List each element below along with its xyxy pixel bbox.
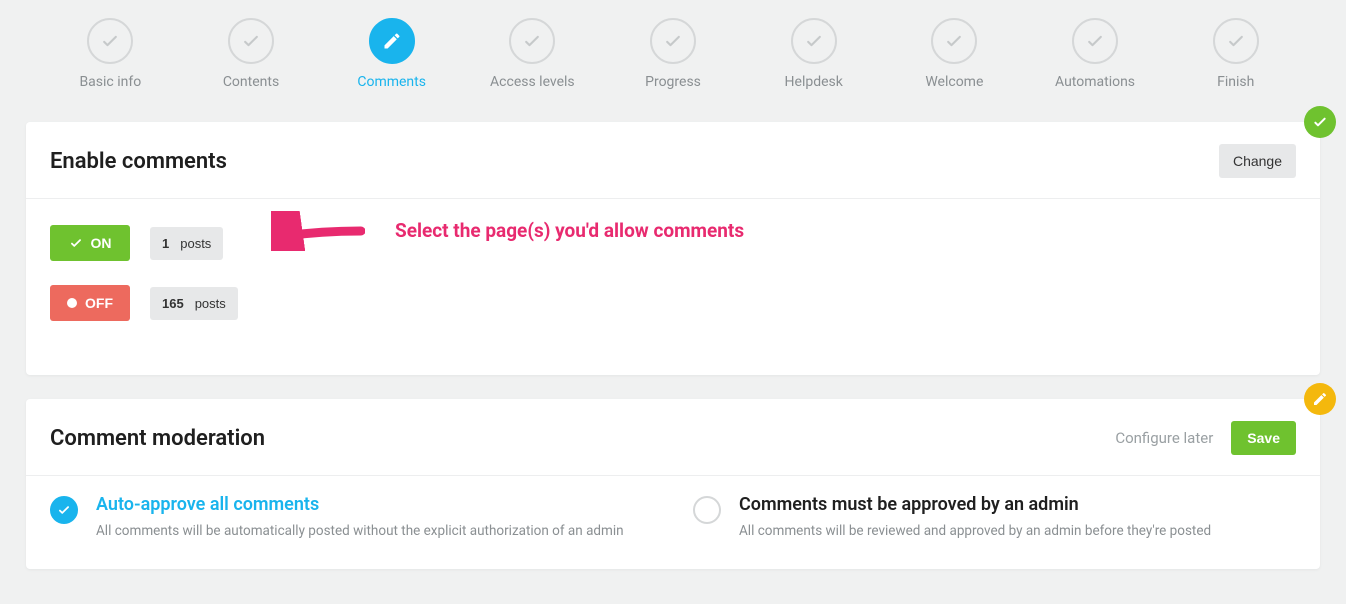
step-access-levels[interactable]: Access levels — [462, 18, 603, 90]
check-icon — [228, 18, 274, 64]
step-progress[interactable]: Progress — [603, 18, 744, 90]
option-title: Auto-approve all comments — [96, 494, 624, 515]
status-edit-badge — [1304, 383, 1336, 415]
step-basic-info[interactable]: Basic info — [40, 18, 181, 90]
step-label: Progress — [645, 74, 701, 90]
option-title: Comments must be approved by an admin — [739, 494, 1211, 515]
check-icon — [87, 18, 133, 64]
step-label: Comments — [357, 74, 426, 90]
step-label: Basic info — [79, 74, 141, 90]
on-posts-count[interactable]: 1posts — [150, 227, 223, 260]
check-icon — [791, 18, 837, 64]
pencil-icon — [369, 18, 415, 64]
radio-selected-icon — [50, 496, 78, 524]
off-label: OFF — [85, 295, 113, 311]
check-icon — [69, 236, 83, 250]
step-contents[interactable]: Contents — [181, 18, 322, 90]
on-label: ON — [91, 235, 112, 251]
step-automations[interactable]: Automations — [1025, 18, 1166, 90]
step-comments[interactable]: Comments — [321, 18, 462, 90]
enable-comments-card: Enable comments Change ON 1posts OFF 165… — [26, 122, 1320, 375]
radio-unselected-icon — [693, 496, 721, 524]
option-description: All comments will be automatically poste… — [96, 523, 624, 539]
option-description: All comments will be reviewed and approv… — [739, 523, 1211, 539]
comments-on-button[interactable]: ON — [50, 225, 130, 261]
moderation-option-auto-approve[interactable]: Auto-approve all comments All comments w… — [50, 494, 653, 539]
wizard-stepper: Basic info Contents Comments Access leve… — [0, 0, 1346, 98]
step-label: Helpdesk — [785, 74, 843, 90]
comments-off-button[interactable]: OFF — [50, 285, 130, 321]
card-title: Comment moderation — [50, 426, 265, 451]
step-label: Contents — [223, 74, 279, 90]
status-complete-badge — [1304, 106, 1336, 138]
comment-moderation-card: Comment moderation Configure later Save … — [26, 399, 1320, 569]
save-button[interactable]: Save — [1231, 421, 1296, 455]
dot-icon — [67, 298, 77, 308]
change-button[interactable]: Change — [1219, 144, 1296, 178]
step-welcome[interactable]: Welcome — [884, 18, 1025, 90]
step-label: Access levels — [490, 74, 575, 90]
configure-later-link[interactable]: Configure later — [1115, 429, 1213, 447]
step-label: Finish — [1217, 74, 1254, 90]
check-icon — [509, 18, 555, 64]
step-finish[interactable]: Finish — [1165, 18, 1306, 90]
check-icon — [1213, 18, 1259, 64]
check-icon — [650, 18, 696, 64]
check-icon — [931, 18, 977, 64]
off-posts-count[interactable]: 165posts — [150, 287, 238, 320]
card-title: Enable comments — [50, 149, 227, 174]
step-label: Automations — [1055, 74, 1135, 90]
check-icon — [1072, 18, 1118, 64]
step-helpdesk[interactable]: Helpdesk — [743, 18, 884, 90]
moderation-option-admin-approve[interactable]: Comments must be approved by an admin Al… — [693, 494, 1296, 539]
step-label: Welcome — [925, 74, 983, 90]
